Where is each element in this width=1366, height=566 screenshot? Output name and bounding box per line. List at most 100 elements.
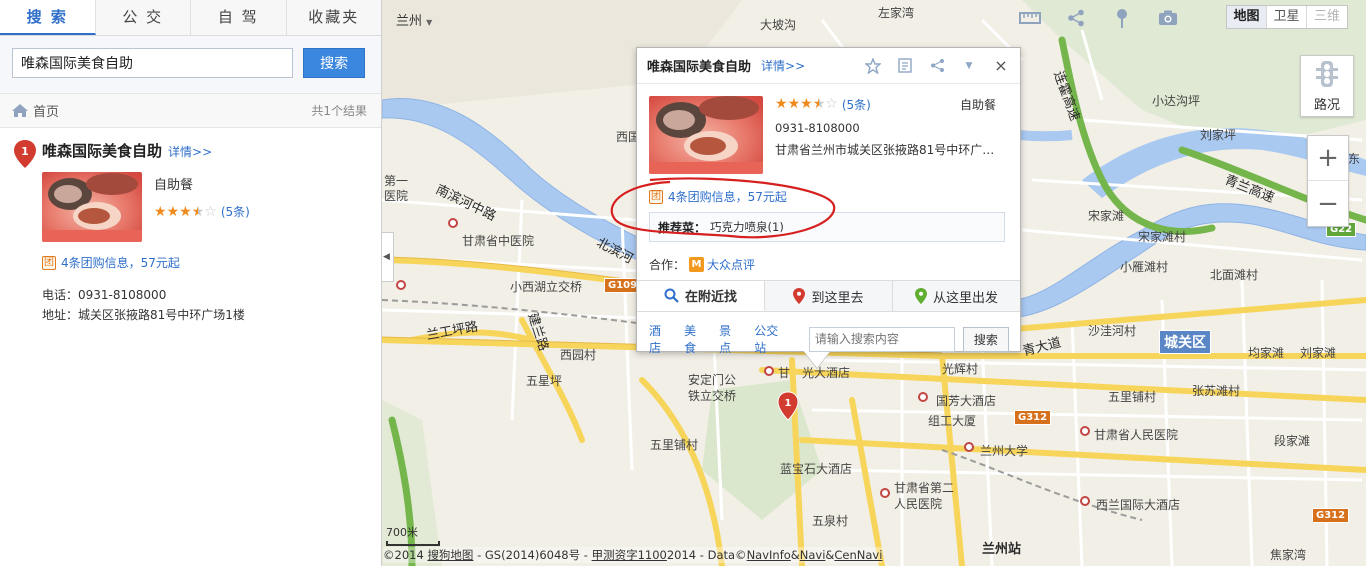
copyright-cennavi-link[interactable]: CenNavi (834, 548, 882, 562)
tab-favorites[interactable]: 收藏夹 (287, 0, 382, 35)
star-icon: ☆ (825, 96, 838, 112)
poi-hotel-icon[interactable] (764, 366, 774, 376)
screenshot-tool-button[interactable] (1156, 6, 1180, 30)
result-category: 自助餐 (154, 178, 194, 193)
map-type-map[interactable]: 地图 (1227, 6, 1267, 28)
tab-go-here[interactable]: 到这里去 (765, 281, 893, 311)
partner-link[interactable]: M 大众点评 (689, 256, 755, 273)
copyright-amp: & (790, 548, 800, 562)
map-label: 甘肃省中医院 (462, 234, 535, 248)
star-icon: ★ (775, 96, 788, 112)
city-select[interactable]: 兰州 ▼ (396, 10, 432, 29)
map-label: 焦家湾 (1270, 548, 1307, 562)
traffic-light-icon (1316, 61, 1338, 87)
category-hotel-link[interactable]: 酒店 (649, 322, 672, 356)
favorite-icon[interactable] (864, 57, 882, 75)
red-pin-icon (793, 288, 806, 304)
tab-drive[interactable]: 自 驾 (191, 0, 287, 35)
result-meta: 自助餐 ★ ★ ★ ★ ☆ (5条) (154, 172, 250, 242)
dropdown-icon[interactable]: ▼ (960, 57, 978, 75)
map-label: 甘肃省第二 人民医院 (894, 481, 955, 511)
collapse-panel-handle[interactable]: ◀ (382, 232, 394, 282)
result-detail-link[interactable]: 详情>> (168, 143, 212, 160)
app-root: 搜 索 公 交 自 驾 收藏夹 搜索 首页 共1个结果 1 (0, 0, 1366, 566)
popup-address: 甘肃省兰州市城关区张掖路81号中环广场1楼 (775, 143, 1005, 157)
food-photo-image (649, 96, 763, 174)
tab-nearby-label: 在附近找 (684, 289, 737, 305)
nearby-search: 酒店 美食 景点 公交站 搜索 (649, 322, 1010, 356)
tab-go-here-label: 到这里去 (811, 290, 864, 306)
star-icon: ★ (191, 203, 205, 220)
traffic-button[interactable]: 路况 (1300, 55, 1354, 117)
rec-value[interactable]: 巧克力喷泉(1) (710, 219, 784, 235)
popup-detail-link[interactable]: 详情>> (761, 57, 805, 74)
star-icon: ★ (812, 96, 826, 112)
ruler-tool-button[interactable] (1018, 6, 1042, 30)
tab-nearby[interactable]: 在附近找 (637, 281, 765, 311)
popup-photo[interactable] (649, 96, 763, 174)
home-link[interactable]: 首页 (12, 101, 59, 120)
map-label: 国芳大酒店 (936, 394, 997, 408)
search-input[interactable] (12, 48, 294, 78)
breadcrumb: 首页 共1个结果 (0, 94, 381, 128)
result-deal-text: 4条团购信息，57元起 (61, 256, 180, 270)
category-bus-stop-link[interactable]: 公交站 (754, 322, 789, 356)
chevron-left-icon: ◀ (383, 252, 390, 262)
result-address-row: 地址：城关区张掖路81号中环广场1楼 (42, 305, 369, 325)
tab-bus[interactable]: 公 交 (96, 0, 191, 35)
map-label: 第一 医院 (384, 174, 409, 203)
copyright-survey-link[interactable]: 甲测资字1100 (592, 548, 667, 562)
map-label: 兰州站 (982, 542, 1022, 557)
poi-hotel-icon[interactable] (964, 442, 974, 452)
map-type-satellite[interactable]: 卫星 (1267, 6, 1307, 28)
nearby-search-input[interactable] (808, 326, 955, 352)
map-label: 西园村 (560, 348, 597, 362)
popup-deal-link[interactable]: 团 4条团购信息，57元起 (649, 188, 787, 205)
left-panel: 搜 索 公 交 自 驾 收藏夹 搜索 首页 共1个结果 1 (0, 0, 382, 566)
poi-hotel-icon[interactable] (918, 392, 928, 402)
popup-tabs: 在附近找 到这里去 从这里出发 (637, 280, 1020, 312)
copyright-navi-link[interactable]: Navi (800, 548, 826, 562)
group-buy-icon: 团 (42, 255, 56, 270)
result-reviews-link[interactable]: (5条) (221, 203, 250, 220)
copyright-brand-link[interactable]: 搜狗地图 (427, 548, 473, 562)
map-label: 五里铺村 (650, 438, 699, 452)
poi-hotel-icon[interactable] (1080, 496, 1090, 506)
map-label: 五泉村 (812, 514, 849, 528)
popup-title: 唯森国际美食自助 (647, 60, 752, 75)
share-tool-button[interactable] (1064, 6, 1088, 30)
list-item[interactable]: 1 唯森国际美食自助 详情>> 自助餐 ★ ★ ★ ★ ☆ (5条) 团 4条团… (0, 128, 381, 325)
traffic-label: 路况 (1313, 98, 1340, 113)
poi-hospital-icon[interactable] (396, 280, 406, 290)
category-food-link[interactable]: 美食 (684, 322, 707, 356)
zoom-in-button[interactable]: + (1308, 136, 1348, 181)
category-sights-link[interactable]: 景点 (719, 322, 742, 356)
tab-start-here[interactable]: 从这里出发 (893, 281, 1020, 311)
food-photo-image (42, 172, 142, 242)
copyright-navinfo-link[interactable]: NavInfo (747, 548, 791, 562)
result-photo[interactable] (42, 172, 142, 242)
map-type-3d[interactable]: 三维 (1307, 6, 1347, 28)
result-phone: 0931-8108000 (78, 288, 167, 302)
partner-name: 大众点评 (707, 258, 756, 272)
panel-tabs: 搜 索 公 交 自 驾 收藏夹 (0, 0, 381, 36)
pin-tool-button[interactable] (1110, 6, 1134, 30)
result-deal-link[interactable]: 团 4条团购信息，57元起 (42, 254, 369, 271)
tab-search[interactable]: 搜 索 (0, 0, 96, 35)
search-icon (664, 288, 679, 303)
note-icon[interactable] (896, 57, 914, 75)
nearby-search-button[interactable]: 搜索 (962, 326, 1010, 352)
close-icon[interactable]: × (992, 56, 1010, 75)
result-name[interactable]: 唯森国际美食自助 (42, 140, 162, 161)
poi-hospital-icon[interactable] (448, 218, 458, 228)
poi-hospital-icon[interactable] (880, 488, 890, 498)
popup-meta: ★ ★ ★ ★ ☆ (5条) 自助餐 0931-8108000 甘肃省兰州市城关区张掖路… (775, 96, 1010, 174)
poi-hospital-icon[interactable] (1080, 426, 1090, 436)
popup-reviews-link[interactable]: (5条) (842, 96, 871, 113)
scale-label: 700米 (386, 526, 418, 539)
popup-category: 自助餐 (959, 97, 996, 112)
search-button[interactable]: 搜索 (303, 48, 365, 78)
zoom-out-button[interactable]: − (1308, 181, 1348, 226)
share-icon[interactable] (928, 57, 946, 75)
map-canvas[interactable]: 1 大坡沟 左家湾 小达沟坪 刘家坪 西国 第一 医院 甘肃省中医院 南滨河中路… (382, 0, 1366, 566)
